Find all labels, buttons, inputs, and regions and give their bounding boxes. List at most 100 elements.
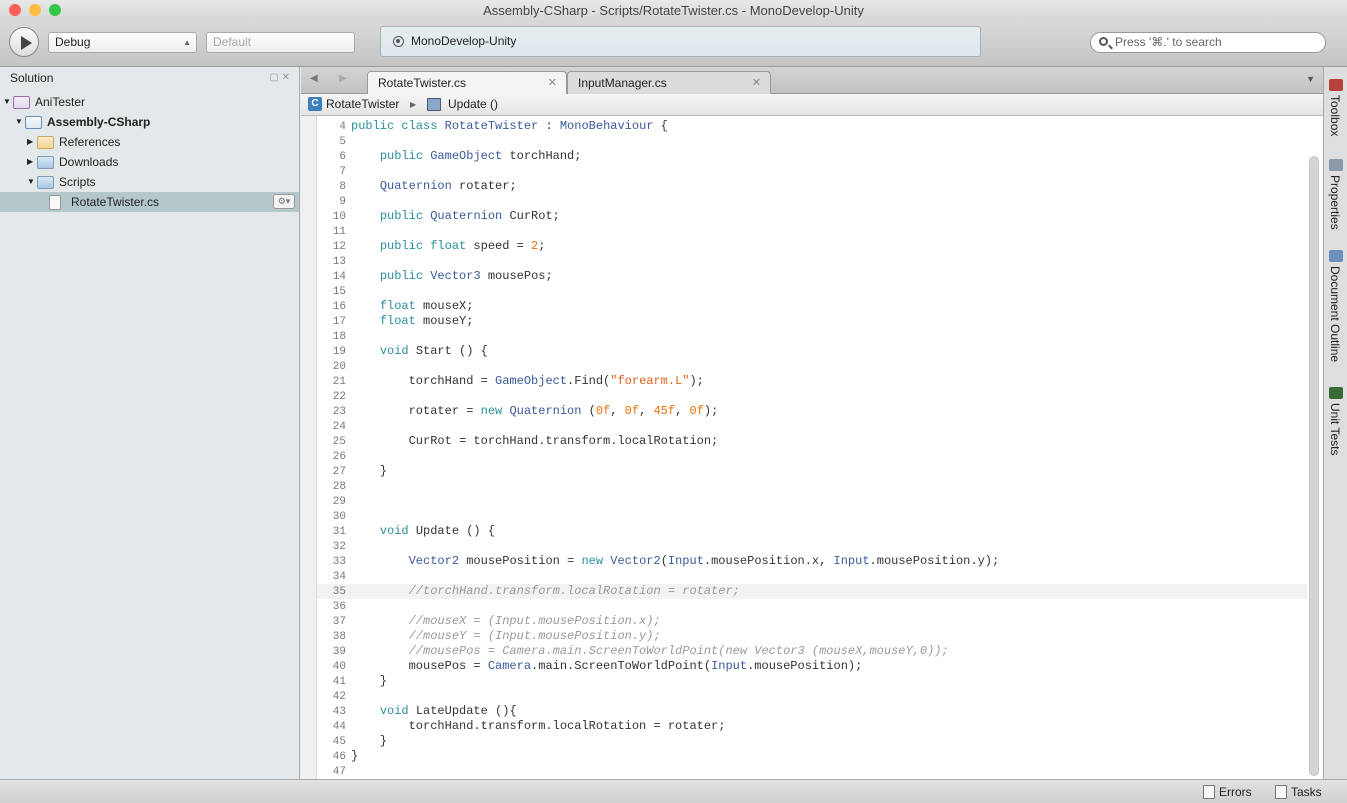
tree-item[interactable]: ▼ Scripts [0,172,299,192]
search-input[interactable]: Press '⌘.' to search [1090,32,1326,53]
line-number: 42 [332,691,346,703]
code-line: 13 [317,254,1307,269]
collapse-icon[interactable]: ▼ [27,172,35,192]
code-token: //mouseX = (Input.mousePosition.x); [408,614,661,628]
tree-item[interactable]: RotateTwister.cs ⚙▾ [0,192,299,212]
code-token: new [581,554,611,568]
document-outline-icon [1329,250,1343,262]
code-token: rotater; [451,179,517,193]
errors-label: Errors [1219,785,1252,799]
code-line: 20 [317,359,1307,374]
code-editor[interactable]: 4 public class RotateTwister : MonoBehavi… [301,116,1323,779]
code-token: 0f [689,404,704,418]
code-line: 43 void LateUpdate (){ [317,704,1307,719]
tab-inputmanager[interactable]: InputManager.cs ✕ [567,71,771,94]
line-number: 45 [332,736,346,748]
breadcrumb-class[interactable]: RotateTwister [326,94,399,115]
zoom-window-button[interactable] [49,4,61,16]
close-tab-icon[interactable]: ✕ [548,72,557,94]
vertical-scrollbar[interactable] [1309,156,1319,776]
code-line: 28 [317,479,1307,494]
code-line: 34 [317,569,1307,584]
code-line: 45 } [317,734,1307,749]
pad-tab[interactable]: Document Outline [1328,266,1342,362]
back-icon[interactable]: ◀ [310,73,318,84]
pad-buttons[interactable]: ▢ ✕ [269,67,290,89]
tree-item[interactable]: ▼ AniTester [0,92,299,112]
code-token: float [379,314,416,328]
code-token: .mousePosition.x, [703,554,834,568]
platform-value: Default [213,35,252,49]
code-token: ); [689,374,704,388]
code-token: speed = [466,239,532,253]
line-number: 34 [332,571,346,583]
run-button[interactable] [9,27,39,57]
code-line: 22 [317,389,1307,404]
line-number: 16 [332,301,346,313]
pad-tab[interactable]: Properties [1328,175,1342,230]
close-tab-icon[interactable]: ✕ [752,72,761,94]
forward-icon[interactable]: ▶ [339,73,347,84]
tasks-button[interactable]: Tasks [1275,784,1322,800]
tree-item-label: Downloads [59,155,119,169]
pad-tab[interactable]: Unit Tests [1328,403,1342,455]
code-line: 15 [317,284,1307,299]
code-token: ( [581,404,596,418]
close-window-button[interactable] [9,4,21,16]
code-line: 19 void Start () { [317,344,1307,359]
line-number: 43 [332,706,346,718]
code-token: torchHand; [502,149,582,163]
tree-item[interactable]: ▼ Assembly-CSharp [0,112,299,132]
code-line: 31 void Update () { [317,524,1307,539]
minimize-window-button[interactable] [29,4,41,16]
code-token: ( [660,554,668,568]
code-line: 35 //torchHand.transform.localRotation =… [317,584,1307,599]
line-number: 9 [339,196,346,208]
line-number: 7 [339,166,346,178]
status-bar: Errors Tasks [0,779,1347,803]
folder-icon [37,136,54,149]
expand-icon[interactable]: ▶ [27,152,33,172]
line-number: 24 [332,421,346,433]
line-number: 28 [332,481,346,493]
gear-icon[interactable]: ⚙▾ [273,194,295,209]
pad-tab[interactable]: Toolbox [1328,95,1342,136]
breadcrumb-method[interactable]: Update () [448,94,498,115]
line-number: 21 [332,376,346,388]
solution-icon [13,96,30,109]
line-number: 32 [332,541,346,553]
search-placeholder: Press '⌘.' to search [1115,35,1222,49]
code-token: torchHand = [351,374,496,388]
code-line: 40 mousePos = Camera.main.ScreenToWorldP… [317,659,1307,674]
expand-icon[interactable]: ▶ [27,132,33,152]
collapse-icon[interactable]: ▼ [3,92,11,112]
updown-icon: ▲ [183,38,191,47]
folder-icon [37,176,54,189]
tree-item-label: References [59,135,121,149]
code-token: Start () { [408,344,488,358]
tab-rotatetwister[interactable]: RotateTwister.cs ✕ [367,71,567,94]
line-number: 44 [332,721,346,733]
platform-select[interactable]: Default [206,32,355,53]
window-title: Assembly-CSharp - Scripts/RotateTwister.… [483,3,864,18]
code-line: 18 [317,329,1307,344]
tab-list-dropdown-icon[interactable]: ▼ [1306,74,1315,84]
configuration-value: Debug [55,35,91,49]
line-number: 46 [332,751,346,763]
code-token: mouseY; [415,314,474,328]
code-token: RotateTwister [444,119,539,133]
code-line: 23 rotater = new Quaternion (0f, 0f, 45f… [317,404,1307,419]
tree-item-label: Assembly-CSharp [47,115,151,129]
collapse-icon[interactable]: ▼ [15,112,23,132]
tasks-icon [1275,785,1287,799]
tree-item[interactable]: ▶ Downloads [0,152,299,172]
tree-item[interactable]: ▶ References [0,132,299,152]
tab-label: RotateTwister.cs [378,76,467,90]
errors-button[interactable]: Errors [1203,784,1252,800]
configuration-select[interactable]: Debug ▲ [48,32,197,53]
code-token: mousePosition = [459,554,582,568]
code-token: Quaternion [379,179,452,193]
